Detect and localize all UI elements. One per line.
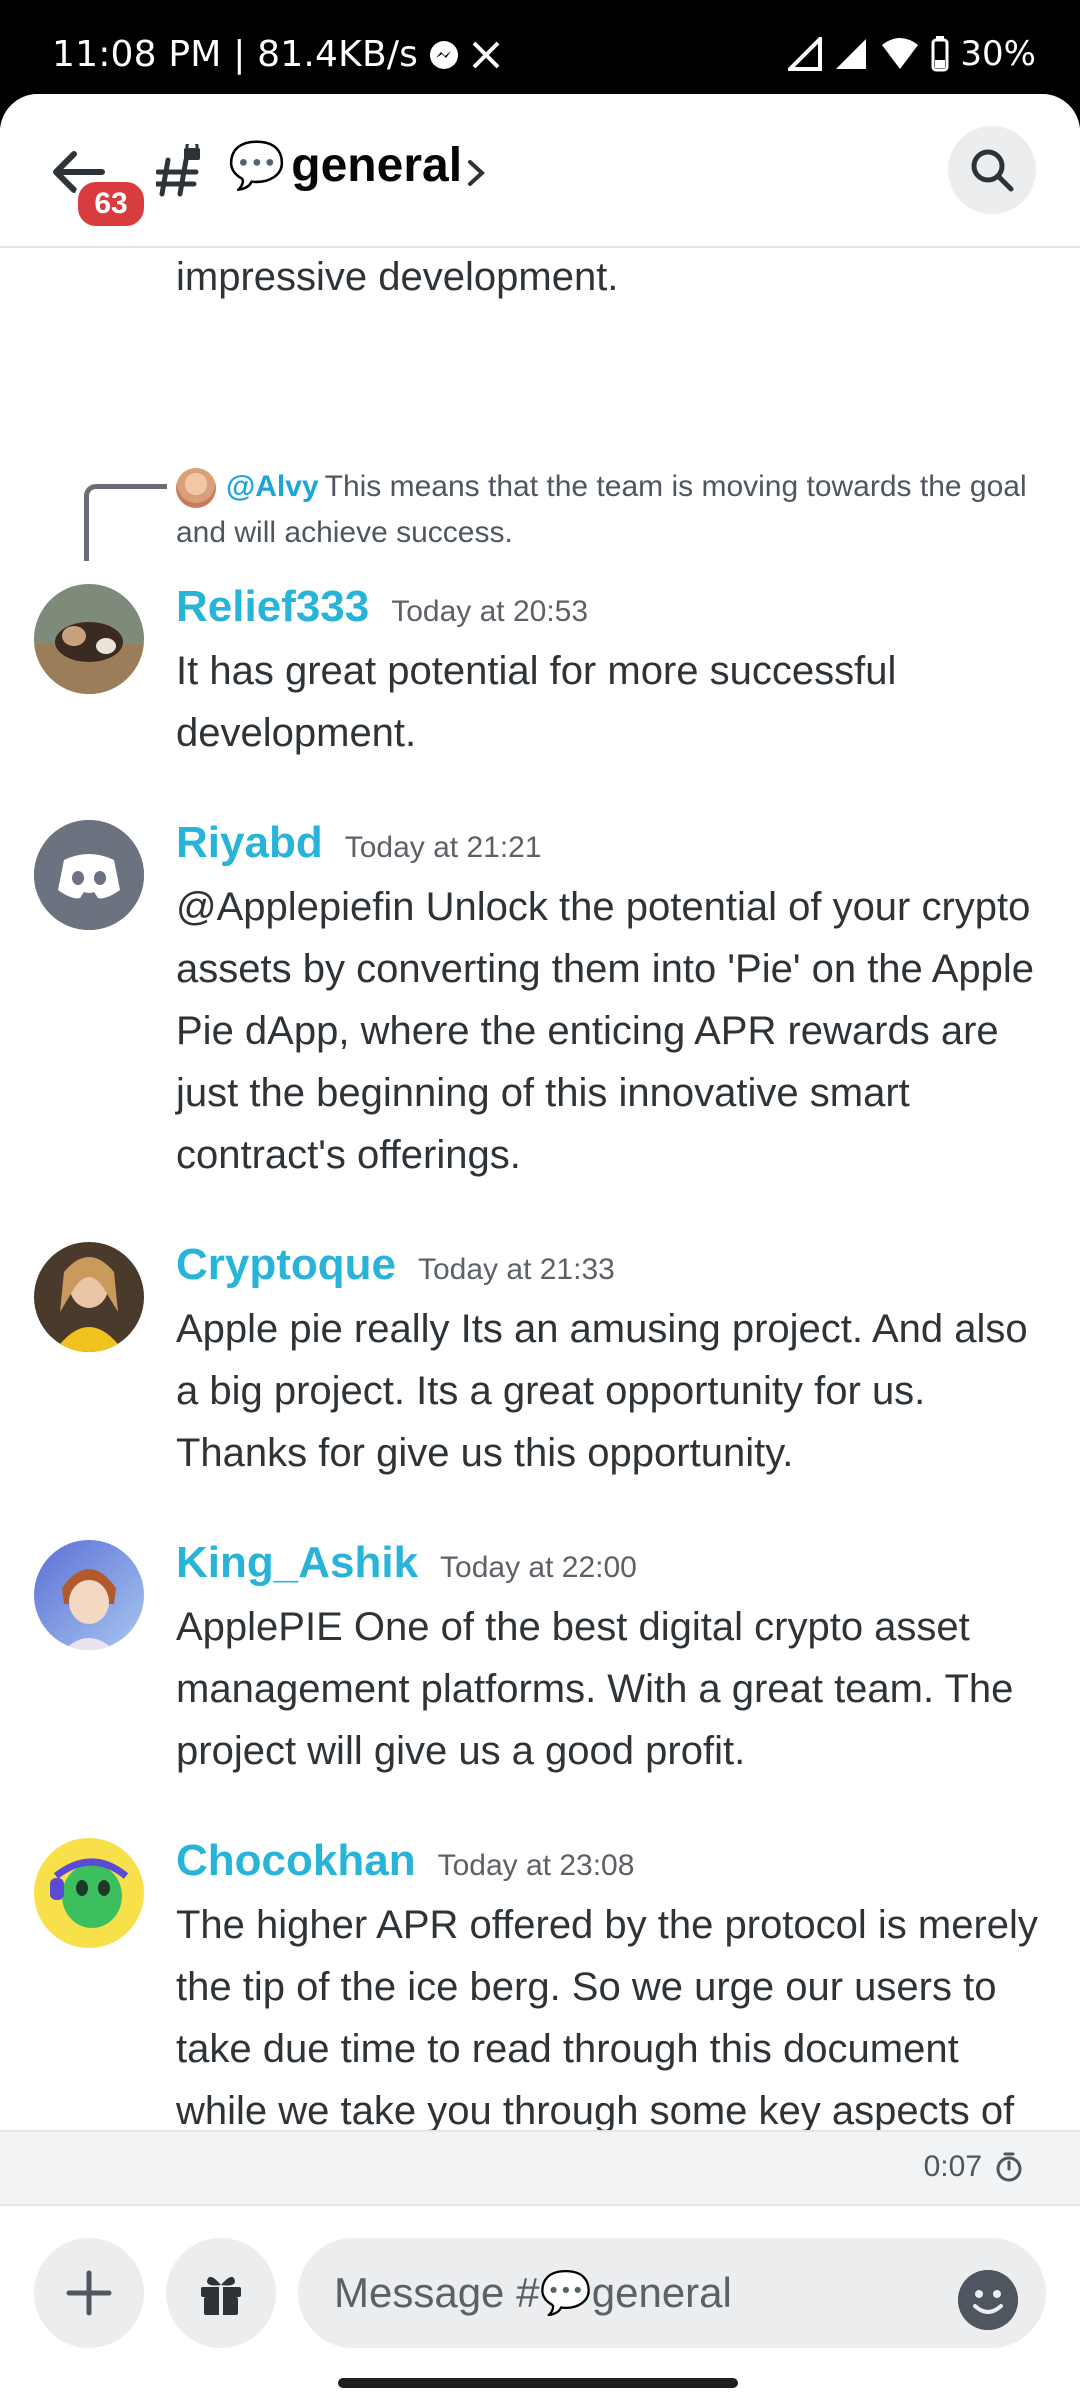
- speech-bubble-emoji: 💬: [228, 139, 286, 191]
- search-button[interactable]: [948, 126, 1036, 214]
- message-list[interactable]: impressive development. @Alvy This means …: [0, 246, 1080, 2224]
- message-timestamp: Today at 21:21: [344, 831, 542, 864]
- channel-header: 63 💬 general: [0, 94, 1080, 248]
- message-timestamp: Today at 22:00: [440, 1551, 637, 1584]
- signal-icon: [788, 37, 823, 71]
- reply-avatar: [176, 468, 216, 509]
- partial-message-text: impressive development.: [176, 255, 619, 299]
- search-icon: [971, 149, 1014, 192]
- slowmode-timer: 0:07: [924, 2150, 1024, 2184]
- avatar[interactable]: [34, 820, 144, 930]
- message-input[interactable]: Message #💬general: [298, 2238, 1046, 2348]
- home-indicator[interactable]: [338, 2378, 738, 2388]
- locked-channel-hash-icon: [156, 144, 200, 197]
- status-bar: 11:08 PM | 81.4KB/s 30%: [0, 0, 1080, 100]
- status-right: 30%: [788, 34, 1036, 74]
- message-composer: Message #💬general: [0, 2220, 1080, 2400]
- avatar[interactable]: [34, 1838, 144, 1948]
- unread-badge: 63: [74, 178, 148, 230]
- reply-preview[interactable]: @Alvy This means that the team is moving …: [176, 464, 1046, 556]
- plus-icon: [66, 2270, 112, 2316]
- username[interactable]: Chocokhan Today at 23:08: [176, 1836, 634, 1886]
- avatar[interactable]: [34, 1540, 144, 1650]
- message-content: Apple pie really Its an amusing project.…: [176, 1307, 1028, 1475]
- battery-percent: 30%: [960, 34, 1036, 74]
- stopwatch-icon: [996, 2152, 1022, 2182]
- reply-connector: [84, 484, 167, 561]
- message-content: ApplePIE One of the best digital crypto …: [176, 1605, 1014, 1773]
- message-timestamp: Today at 23:08: [437, 1849, 635, 1882]
- status-time: 11:08 PM | 81.4KB/s: [52, 34, 419, 75]
- slowmode-time: 0:07: [923, 2150, 982, 2183]
- gift-icon: [201, 2276, 241, 2315]
- status-left: 11:08 PM | 81.4KB/s: [52, 34, 502, 75]
- add-attachment-button[interactable]: [34, 2238, 144, 2348]
- username[interactable]: Relief333 Today at 20:53: [176, 582, 588, 632]
- username[interactable]: King_Ashik Today at 22:00: [176, 1538, 637, 1588]
- username[interactable]: Riyabd Today at 21:21: [176, 818, 542, 868]
- app-sheet: 63 💬 general impressive development. @Al…: [0, 94, 1080, 2400]
- channel-name: general: [291, 139, 463, 192]
- reply-mention[interactable]: @Alvy: [226, 470, 319, 503]
- message-content: It has great potential for more successf…: [176, 649, 897, 755]
- message-timestamp: Today at 21:33: [418, 1253, 615, 1286]
- smiley-icon: [958, 2270, 1018, 2330]
- username[interactable]: Cryptoque Today at 21:33: [176, 1240, 615, 1290]
- channel-title[interactable]: 💬 general: [228, 138, 462, 193]
- x-icon: [472, 41, 500, 68]
- messenger-icon: [430, 40, 459, 69]
- slowmode-bar: 0:07: [0, 2130, 1080, 2206]
- message-content: @Applepiefin Unlock the potential of you…: [176, 885, 1035, 1177]
- message-timestamp: Today at 20:53: [391, 595, 589, 628]
- avatar[interactable]: [34, 584, 144, 694]
- avatar[interactable]: [34, 1242, 144, 1352]
- battery-icon: [931, 36, 949, 72]
- discord-logo-icon: [34, 820, 144, 930]
- signal-icon-2: [836, 39, 867, 69]
- chevron-right-icon[interactable]: [466, 156, 488, 190]
- gift-button[interactable]: [166, 2238, 276, 2348]
- wifi-icon: [882, 38, 919, 69]
- emoji-button[interactable]: [958, 2270, 1018, 2330]
